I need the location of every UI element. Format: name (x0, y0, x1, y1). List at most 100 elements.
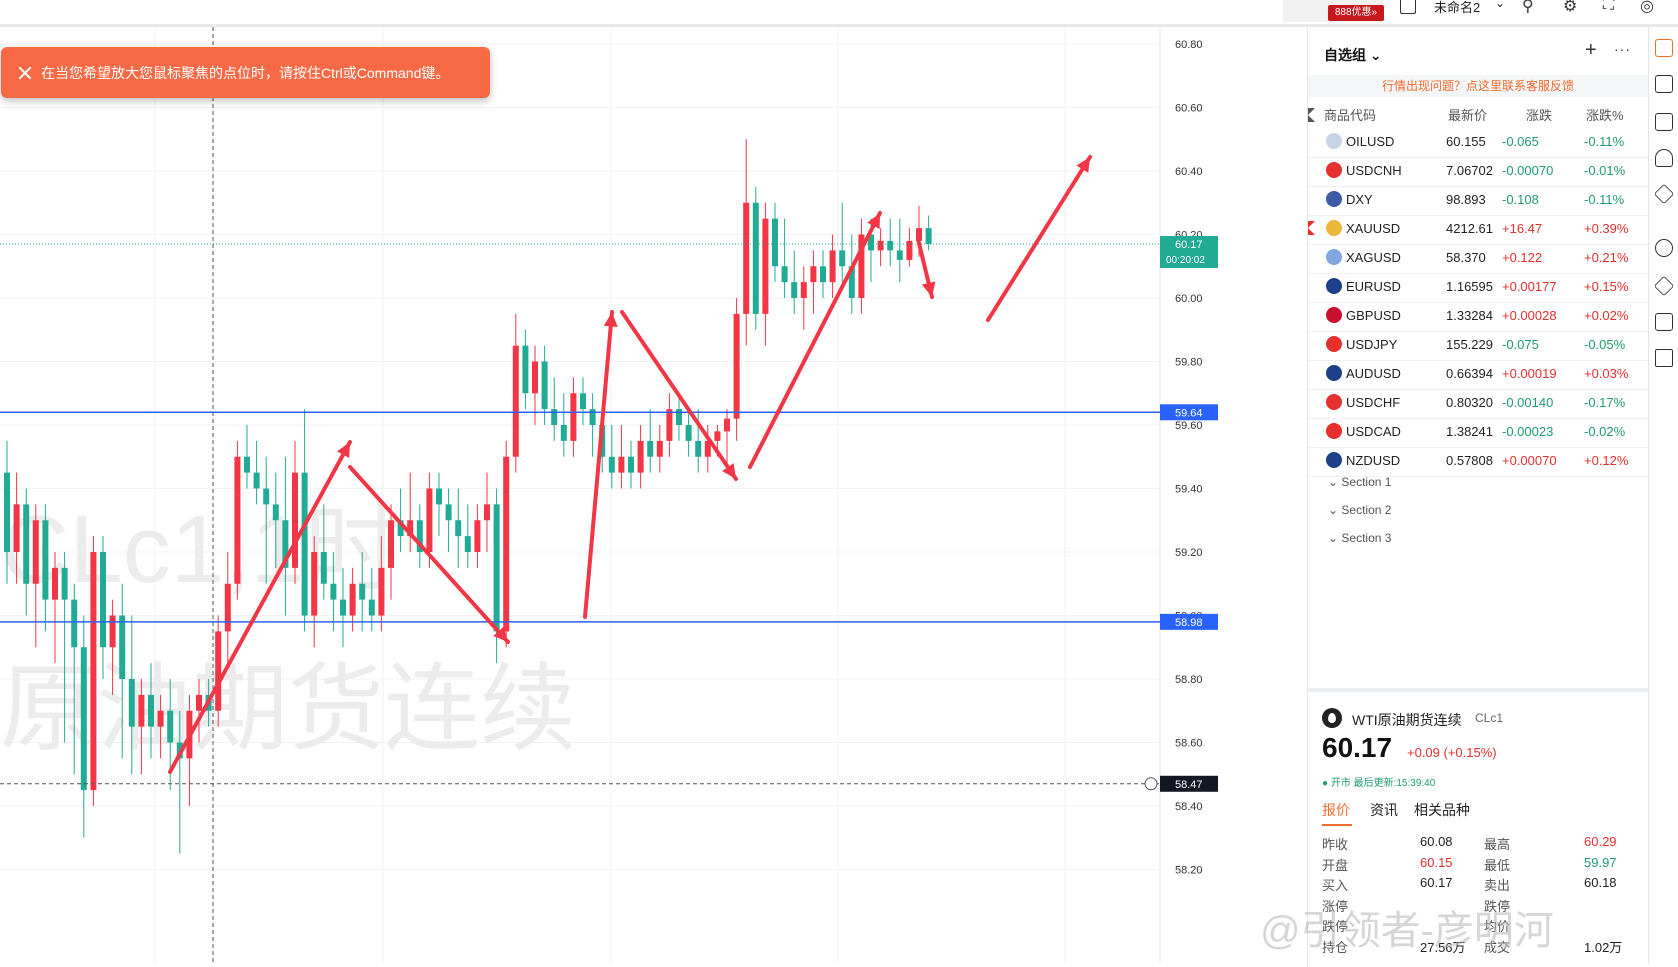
add-icon[interactable]: + (1585, 39, 1597, 62)
candle-body[interactable] (388, 520, 394, 568)
candle-body[interactable] (896, 250, 903, 260)
candle-body[interactable] (839, 250, 846, 267)
checkbox-icon[interactable] (1400, 0, 1416, 14)
candle-body[interactable] (234, 456, 241, 584)
candle-body[interactable] (263, 488, 270, 505)
tab-quote[interactable]: 报价 (1322, 800, 1350, 820)
candle-body[interactable] (503, 456, 510, 632)
candle-body[interactable] (157, 710, 164, 727)
watchlist-row[interactable]: AUDUSD 0.66394 +0.00019 +0.03% (1308, 358, 1648, 390)
candle-body[interactable] (109, 615, 116, 648)
candle-body[interactable] (695, 440, 702, 457)
candle-body[interactable] (42, 520, 49, 600)
candle-body[interactable] (791, 282, 798, 298)
candle-body[interactable] (90, 552, 97, 791)
candle-body[interactable] (474, 520, 481, 552)
candle-body[interactable] (781, 266, 788, 283)
grid-icon[interactable] (1655, 313, 1673, 331)
candle-body[interactable] (743, 202, 750, 314)
candle-body[interactable] (244, 456, 250, 473)
candle-body[interactable] (23, 504, 30, 584)
candle-body[interactable] (714, 431, 721, 441)
candle-body[interactable] (647, 440, 654, 457)
watchlist-row[interactable]: NZDUSD 0.57808 +0.00070 +0.12% (1308, 445, 1648, 477)
candle-body[interactable] (493, 504, 500, 632)
candle-body[interactable] (608, 456, 615, 473)
candle-body[interactable] (426, 488, 433, 553)
settings-icon[interactable]: ⚙ (1563, 0, 1577, 16)
candle-body[interactable] (637, 440, 644, 473)
candle-body[interactable] (522, 345, 529, 394)
candle-body[interactable] (272, 504, 279, 521)
tab-news[interactable]: 资讯 (1370, 800, 1398, 820)
candle-body[interactable] (829, 250, 836, 283)
candle-body[interactable] (666, 409, 673, 441)
watchlist-row[interactable]: USDCNH 7.06702 -0.00070 -0.01% (1308, 155, 1648, 187)
candle-body[interactable] (733, 313, 740, 419)
candle-body[interactable] (580, 393, 586, 410)
candle-body[interactable] (52, 567, 58, 600)
candle-body[interactable] (167, 710, 174, 743)
candle-body[interactable] (196, 694, 202, 711)
col-change[interactable]: 涨跌 (1526, 105, 1552, 124)
candle-body[interactable] (13, 504, 20, 552)
candle-body[interactable] (464, 536, 471, 552)
calendar-icon[interactable] (1655, 113, 1673, 131)
candle-body[interactable] (724, 418, 730, 432)
candle-body[interactable] (541, 361, 548, 410)
candle-body[interactable] (772, 218, 778, 267)
candle-body[interactable] (877, 240, 884, 251)
add-alert-icon[interactable] (1144, 777, 1158, 791)
candle-body[interactable] (551, 409, 558, 425)
data-window-icon[interactable] (1655, 349, 1673, 367)
watchlist-icon[interactable] (1655, 39, 1673, 57)
alert-icon[interactable]: ⚲ (1522, 0, 1534, 16)
price-chart[interactable]: CLc1,1时 原油期货连续 60.80 60.60 60.40 60.20 60.00 59… (0, 27, 1243, 963)
bell-icon[interactable] (1655, 149, 1673, 167)
candle-body[interactable] (138, 694, 145, 727)
flag-icon[interactable] (1308, 221, 1315, 235)
candle-body[interactable] (301, 472, 308, 616)
candle-body[interactable] (820, 266, 826, 283)
stack-icon[interactable] (1653, 275, 1675, 297)
drawn-arrow[interactable] (583, 310, 614, 619)
candle-body[interactable] (484, 504, 490, 521)
layers-icon[interactable] (1653, 183, 1675, 205)
candle-body[interactable] (685, 425, 692, 441)
watchlist-row[interactable]: OILUSD 60.155 -0.065 -0.11% (1308, 126, 1648, 158)
camera-icon[interactable]: ◎ (1640, 0, 1654, 16)
candle-body[interactable] (148, 694, 154, 727)
candle-body[interactable] (215, 631, 222, 711)
candle-body[interactable] (628, 456, 634, 473)
candle-body[interactable] (340, 599, 346, 616)
candle-body[interactable] (349, 583, 356, 616)
candle-body[interactable] (224, 583, 231, 632)
watchlist-section[interactable]: ⌄ Section 3 (1328, 531, 1391, 545)
watchlist-section[interactable]: ⌄ Section 2 (1328, 503, 1391, 517)
col-symbol[interactable]: 商品代码 (1324, 105, 1376, 124)
col-percent[interactable]: 涨跌% (1586, 105, 1624, 124)
promo-badge[interactable]: 888优惠» (1328, 5, 1384, 21)
candle-body[interactable] (80, 647, 87, 791)
candle-body[interactable] (762, 218, 769, 314)
candle-body[interactable] (378, 567, 385, 616)
flag-icon[interactable] (1308, 108, 1315, 122)
candle-body[interactable] (656, 440, 663, 457)
watchlist-section[interactable]: ⌄ Section 1 (1328, 475, 1391, 489)
candle-body[interactable] (359, 583, 366, 600)
feedback-link[interactable]: 行情出现问题？点这里联系客服反馈 (1308, 75, 1648, 97)
watchlist-row[interactable]: USDCHF 0.80320 -0.00140 -0.17% (1308, 387, 1648, 419)
chevron-down-icon[interactable]: ⌄ (1495, 0, 1505, 10)
candle-body[interactable] (887, 240, 894, 251)
candle-body[interactable] (71, 599, 78, 648)
candle-body[interactable] (810, 266, 817, 283)
notes-icon[interactable] (1655, 75, 1673, 93)
close-icon[interactable] (17, 65, 33, 81)
watchlist-group-select[interactable]: 自选组 ⌄ (1324, 45, 1382, 65)
more-icon[interactable]: ··· (1614, 41, 1631, 57)
candle-body[interactable] (100, 552, 106, 648)
candle-body[interactable] (618, 456, 625, 473)
candle-body[interactable] (532, 361, 538, 394)
watchlist-row[interactable]: XAGUSD 58.370 +0.122 +0.21% (1308, 242, 1648, 274)
col-price[interactable]: 最新价 (1448, 105, 1487, 124)
